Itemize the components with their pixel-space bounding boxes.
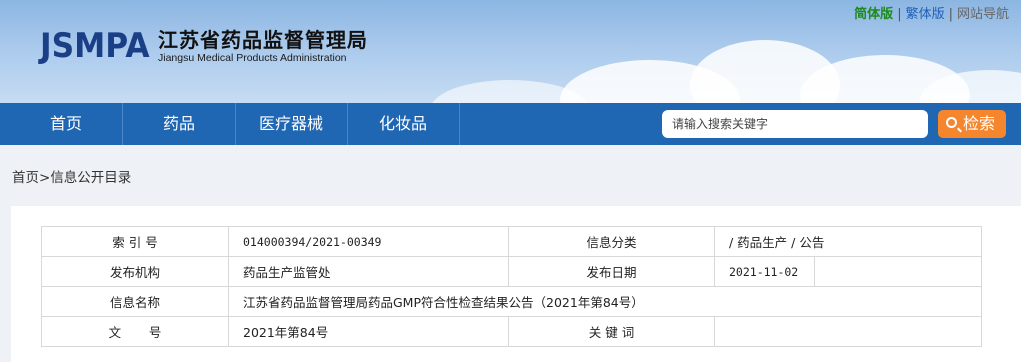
search-button-label: 检索 — [962, 114, 995, 133]
info-table: 索 引 号 014000394/2021-00349 信息分类 / 药品生产 /… — [41, 226, 982, 347]
issuer-value: 药品生产监管处 — [228, 256, 509, 287]
empty-cell — [814, 256, 982, 287]
docno-value: 2021年第84号 — [228, 316, 509, 347]
site-nav-link[interactable]: 网站导航 — [957, 7, 1009, 22]
keywords-label: 关 键 词 — [508, 316, 715, 347]
site-title-cn: 江苏省药品监督管理局 — [158, 28, 368, 52]
search-input[interactable] — [662, 110, 928, 138]
link-separator: | — [897, 7, 902, 22]
top-links: 简体版 | 繁体版 | 网站导航 — [854, 3, 1009, 22]
simplified-version-link[interactable]: 简体版 — [854, 7, 893, 22]
table-row: 文 号 2021年第84号 关 键 词 — [41, 316, 982, 347]
date-value: 2021-11-02 — [714, 256, 815, 287]
date-label: 发布日期 — [508, 256, 715, 287]
name-value: 江苏省药品监督管理局药品GMP符合性检查结果公告（2021年第84号） — [228, 286, 982, 317]
breadcrumb-separator: > — [39, 170, 51, 186]
traditional-version-link[interactable]: 繁体版 — [906, 7, 945, 22]
index-value: 014000394/2021-00349 — [228, 226, 509, 257]
index-label: 索 引 号 — [41, 226, 229, 257]
link-separator: | — [948, 7, 953, 22]
table-row: 信息名称 江苏省药品监督管理局药品GMP符合性检查结果公告（2021年第84号） — [41, 286, 982, 317]
name-label: 信息名称 — [41, 286, 229, 317]
category-value: / 药品生产 / 公告 — [714, 226, 982, 257]
nav-item-drugs[interactable]: 药品 — [123, 103, 236, 145]
nav-item-home[interactable]: 首页 — [10, 103, 123, 145]
table-row: 索 引 号 014000394/2021-00349 信息分类 / 药品生产 /… — [41, 226, 982, 257]
docno-label: 文 号 — [41, 316, 229, 347]
issuer-label: 发布机构 — [41, 256, 229, 287]
search-icon — [946, 117, 957, 128]
table-row: 发布机构 药品生产监管处 发布日期 2021-11-02 — [41, 256, 982, 287]
nav-item-cosmetics[interactable]: 化妆品 — [347, 103, 460, 145]
nav-item-medical-devices[interactable]: 医疗器械 — [235, 103, 348, 145]
site-logo[interactable]: JSMPA — [40, 26, 150, 66]
breadcrumb-current[interactable]: 信息公开目录 — [50, 170, 131, 186]
site-header: JSMPA 江苏省药品监督管理局 Jiangsu Medical Product… — [0, 0, 1021, 103]
site-title-en: Jiangsu Medical Products Administration — [158, 52, 347, 64]
breadcrumb: 首页>信息公开目录 — [12, 166, 131, 186]
breadcrumb-home[interactable]: 首页 — [12, 170, 39, 186]
search-button[interactable]: 检索 — [938, 110, 1006, 138]
category-label: 信息分类 — [508, 226, 715, 257]
cloud-decoration — [430, 80, 590, 103]
keywords-value — [714, 316, 982, 347]
